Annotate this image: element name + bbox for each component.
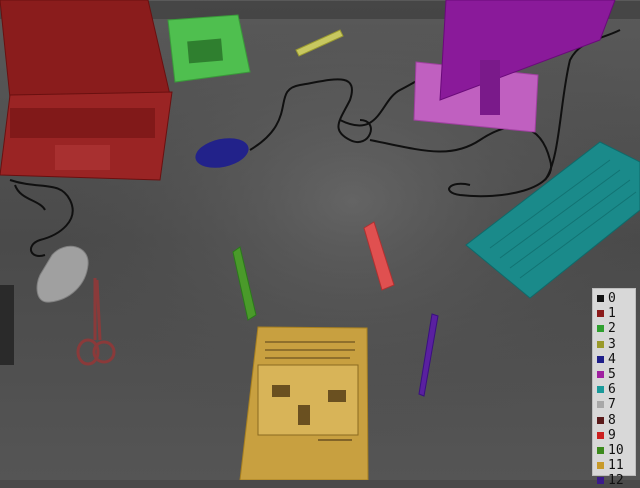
legend-label: 8 xyxy=(608,412,616,428)
legend-label: 10 xyxy=(608,442,624,458)
segmentation-scene xyxy=(0,0,640,480)
legend-item: 7 xyxy=(597,397,635,412)
legend-swatch xyxy=(597,416,604,424)
legend-label: 2 xyxy=(608,321,616,337)
legend-item: 0 xyxy=(597,291,635,306)
legend-item: 6 xyxy=(597,382,635,397)
legend-item: 11 xyxy=(597,458,635,473)
legend-swatch xyxy=(597,386,604,394)
legend-swatch xyxy=(597,340,604,348)
legend-item: 3 xyxy=(597,337,635,352)
legend-swatch xyxy=(597,310,604,318)
legend-swatch xyxy=(597,401,604,409)
legend-item: 5 xyxy=(597,367,635,382)
legend-item: 2 xyxy=(597,321,635,336)
laptop xyxy=(0,0,173,181)
legend-label: 11 xyxy=(608,458,624,474)
legend-swatch xyxy=(597,477,604,485)
segment-legend: 0 1 2 3 4 5 6 7 8 9 10 11 12 xyxy=(592,288,636,488)
legend-label: 4 xyxy=(608,351,616,367)
legend-swatch xyxy=(597,446,604,454)
legend-label: 0 xyxy=(608,291,616,307)
legend-item: 10 xyxy=(597,443,635,458)
legend-item: 1 xyxy=(597,306,635,321)
legend-item: 12 xyxy=(597,473,635,488)
legend-swatch xyxy=(597,431,604,439)
legend-label: 5 xyxy=(608,367,616,383)
legend-item: 4 xyxy=(597,352,635,367)
legend-label: 6 xyxy=(608,382,616,398)
document xyxy=(239,326,369,480)
legend-label: 3 xyxy=(608,336,616,352)
legend-item: 8 xyxy=(597,413,635,428)
left-dark-object xyxy=(0,285,14,365)
legend-swatch xyxy=(597,355,604,363)
legend-swatch xyxy=(597,295,604,303)
legend-label: 1 xyxy=(608,306,616,322)
green-book xyxy=(167,14,251,83)
legend-item: 9 xyxy=(597,428,635,443)
legend-swatch xyxy=(597,325,604,333)
legend-swatch xyxy=(597,371,604,379)
legend-swatch xyxy=(597,462,604,470)
legend-label: 9 xyxy=(608,427,616,443)
legend-label: 12 xyxy=(608,473,624,488)
legend-label: 7 xyxy=(608,397,616,413)
